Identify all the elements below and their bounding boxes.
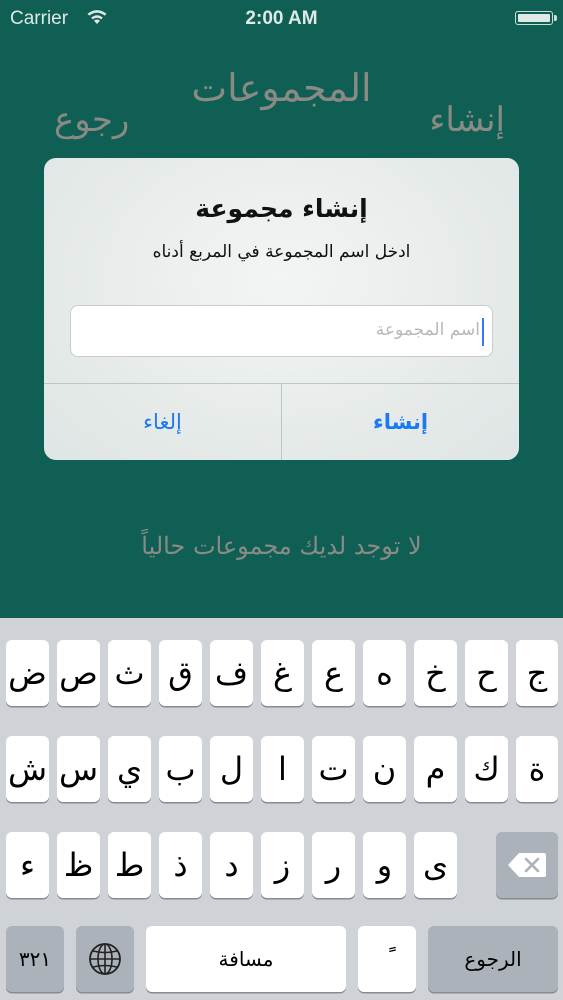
backspace-icon (508, 853, 546, 877)
key[interactable]: غ (261, 640, 304, 706)
numbers-key[interactable]: ٣٢١ (6, 926, 64, 992)
key[interactable]: خ (414, 640, 457, 706)
key[interactable]: و (363, 832, 406, 898)
key[interactable]: ة (516, 736, 558, 802)
diacritic-key[interactable]: ًً (358, 926, 416, 992)
key[interactable]: ظ (57, 832, 100, 898)
key[interactable]: ض (6, 640, 49, 706)
key[interactable]: ه (363, 640, 406, 706)
create-group-alert: إنشاء مجموعة ادخل اسم المجموعة في المربع… (44, 158, 519, 460)
key[interactable]: ت (312, 736, 355, 802)
cancel-button[interactable]: إلغاء (44, 384, 281, 460)
key[interactable]: ر (312, 832, 355, 898)
key[interactable]: ق (159, 640, 202, 706)
back-button[interactable]: رجوع (54, 100, 129, 140)
create-button[interactable]: إنشاء (282, 384, 519, 460)
key[interactable]: م (414, 736, 457, 802)
space-key[interactable]: مسافة (146, 926, 346, 992)
arabic-keyboard: ض ص ث ق ف غ ع ه خ ح ج ش س ي ب ل ا ت ن م … (0, 618, 563, 1000)
key[interactable]: ث (108, 640, 151, 706)
key[interactable]: ل (210, 736, 253, 802)
key[interactable]: ف (210, 640, 253, 706)
create-nav-button[interactable]: إنشاء (429, 100, 505, 140)
key[interactable]: ب (159, 736, 202, 802)
key[interactable]: د (210, 832, 253, 898)
key[interactable]: ط (108, 832, 151, 898)
key[interactable]: ن (363, 736, 406, 802)
clock: 2:00 AM (245, 8, 318, 29)
alert-title: إنشاء مجموعة (195, 194, 368, 223)
globe-icon (89, 943, 121, 975)
text-caret (482, 318, 484, 346)
key[interactable]: ذ (159, 832, 202, 898)
key[interactable]: س (57, 736, 100, 802)
key[interactable]: ى (414, 832, 457, 898)
key[interactable]: ع (312, 640, 355, 706)
group-name-input[interactable]: اسم المجموعة (70, 305, 493, 357)
return-key[interactable]: الرجوع (428, 926, 558, 992)
group-name-placeholder: اسم المجموعة (375, 320, 480, 340)
globe-key[interactable] (76, 926, 134, 992)
key[interactable]: ك (465, 736, 508, 802)
key[interactable]: ص (57, 640, 100, 706)
key[interactable]: ح (465, 640, 508, 706)
status-bar: Carrier 2:00 AM (0, 0, 563, 36)
key[interactable]: ش (6, 736, 49, 802)
delete-key[interactable] (496, 832, 558, 898)
key[interactable]: ء (6, 832, 49, 898)
empty-groups-message: لا توجد لديك مجموعات حالياً (141, 532, 422, 560)
key[interactable]: ي (108, 736, 151, 802)
key[interactable]: ا (261, 736, 304, 802)
key[interactable]: ج (516, 640, 558, 706)
battery-icon (515, 11, 557, 25)
alert-message: ادخل اسم المجموعة في المربع أدناه (152, 242, 411, 262)
key[interactable]: ز (261, 832, 304, 898)
